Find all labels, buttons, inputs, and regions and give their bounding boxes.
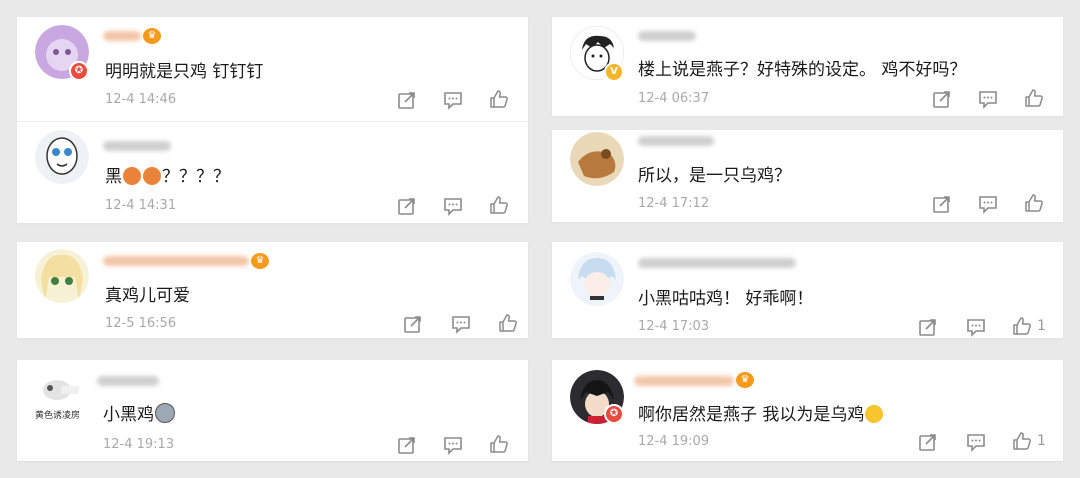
chicken-emoji-icon [143, 167, 161, 185]
comment-time: 12-4 06:37 [638, 91, 710, 106]
username-blurred[interactable] [638, 31, 696, 41]
username-blurred[interactable] [103, 256, 249, 266]
comment-card: 所以，是一只乌鸡？ 12-4 17:12 [552, 130, 1063, 222]
thumbs-up-icon[interactable] [1024, 193, 1044, 213]
repost-icon[interactable] [403, 314, 423, 334]
comment-icon[interactable] [443, 196, 463, 216]
repost-icon[interactable] [397, 90, 417, 110]
thumbs-up-icon[interactable] [489, 434, 509, 454]
comment-text: 明明就是只鸡 钉钉钉 [105, 62, 264, 82]
verified-badge-icon: V [604, 62, 624, 82]
comment-icon[interactable] [966, 432, 986, 452]
comment-time: 12-4 17:12 [638, 196, 710, 211]
comment-icon[interactable] [966, 317, 986, 337]
repost-icon[interactable] [397, 196, 417, 216]
comment-text: 黑 ？？？？ [105, 162, 230, 187]
verified-badge-icon: ✪ [69, 61, 89, 81]
repost-icon[interactable] [918, 432, 938, 452]
username-blurred[interactable] [638, 258, 796, 268]
comment-text: 小黑咕咕鸡！ 好乖啊！ [638, 289, 814, 309]
like-count: 1 [1037, 318, 1046, 334]
comment-icon[interactable] [451, 314, 471, 334]
divider [17, 121, 528, 122]
like-count: 1 [1037, 433, 1046, 449]
comment-time: 12-4 17:03 [638, 319, 710, 334]
crown-icon: ♛ [736, 372, 754, 388]
comment-text-part: 黑 [105, 167, 122, 187]
thumbs-up-icon[interactable] [489, 89, 509, 109]
comment-icon[interactable] [443, 435, 463, 455]
comment-icon[interactable] [443, 90, 463, 110]
comment-text-part: ？？？？ [162, 167, 230, 187]
comment-text: 真鸡儿可爱 [105, 286, 190, 306]
avatar[interactable] [35, 130, 89, 184]
comment-time: 12-4 14:31 [105, 198, 177, 213]
comment-card: ✪ ♛ 啊你居然是燕子 我以为是乌鸡 12-4 19:09 1 [552, 360, 1063, 461]
comment-card: 小黑咕咕鸡！ 好乖啊！ 12-4 17:03 1 [552, 242, 1063, 338]
comment-text: 小黑鸡 [103, 400, 176, 425]
username-blurred[interactable] [103, 141, 171, 151]
comment-card-group-1: ✪ ♛ 明明就是只鸡 钉钉钉 12-4 14:46 黑 ？？？？ 12-4 14:… [17, 17, 528, 223]
comment-text: 所以，是一只乌鸡？ [638, 166, 791, 186]
username-blurred[interactable] [638, 136, 714, 146]
thumbs-up-icon[interactable] [1012, 431, 1032, 451]
avatar[interactable] [570, 252, 624, 306]
comment-card: ♛ 真鸡儿可爱 12-5 16:56 [17, 242, 528, 338]
comment-text: 楼上说是燕子？好特殊的设定。 鸡不好吗？ [638, 60, 967, 80]
comment-text-part: 小黑鸡 [103, 405, 154, 425]
comment-time: 12-4 14:46 [105, 92, 177, 107]
username-blurred[interactable] [103, 31, 141, 41]
thumbs-up-icon[interactable] [1012, 316, 1032, 336]
crown-icon: ♛ [143, 28, 161, 44]
comment-card: 黄色诱凌房 小黑鸡 12-4 19:13 [17, 360, 528, 461]
comment-card: V 楼上说是燕子？好特殊的设定。 鸡不好吗？ 12-4 06:37 [552, 17, 1063, 116]
avatar-caption: 黄色诱凌房 [35, 411, 81, 421]
thumbs-up-icon[interactable] [498, 313, 518, 333]
repost-icon[interactable] [932, 194, 952, 214]
repost-icon[interactable] [918, 317, 938, 337]
thumbs-up-icon[interactable] [1024, 88, 1044, 108]
username-blurred[interactable] [634, 376, 734, 386]
comment-time: 12-5 16:56 [105, 316, 177, 331]
chicken-emoji-icon [123, 167, 141, 185]
comment-text: 啊你居然是燕子 我以为是乌鸡 [638, 400, 884, 425]
repost-icon[interactable] [397, 435, 417, 455]
thumbs-up-icon[interactable] [489, 195, 509, 215]
username-blurred[interactable] [97, 376, 159, 386]
comment-icon[interactable] [978, 194, 998, 214]
crown-icon: ♛ [251, 253, 269, 269]
repost-icon[interactable] [932, 89, 952, 109]
comment-time: 12-4 19:09 [638, 434, 710, 449]
verified-badge-icon: ✪ [604, 404, 624, 424]
crying-emoji-icon [865, 405, 884, 423]
comment-icon[interactable] [978, 89, 998, 109]
comment-time: 12-4 19:13 [103, 437, 175, 452]
comment-text-part: 啊你居然是燕子 我以为是乌鸡 [638, 405, 865, 425]
avatar[interactable] [570, 132, 624, 186]
avatar[interactable] [35, 249, 89, 303]
husky-emoji-icon [155, 403, 175, 423]
